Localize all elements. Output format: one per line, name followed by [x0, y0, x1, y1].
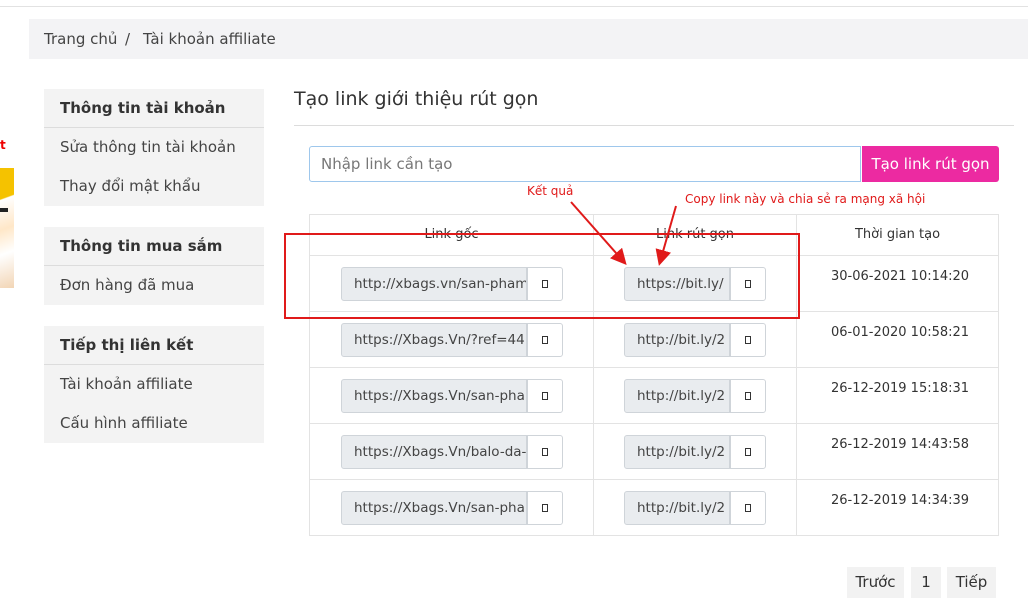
sidebar-item-change-password[interactable]: Thay đổi mật khẩu [44, 167, 264, 206]
original-link-field[interactable]: https://Xbags.Vn/balo-da- [341, 435, 527, 469]
original-link-field[interactable]: https://Xbags.Vn/?ref=44 [341, 323, 527, 357]
affiliate-panel: Tiếp thị liên kết Tài khoản affiliate Cấ… [44, 326, 264, 443]
copy-icon [542, 448, 548, 456]
banner-text: t [0, 138, 6, 152]
result-highlight-box [284, 233, 800, 319]
pagination-prev-button[interactable]: Trước [847, 567, 904, 598]
copy-annotation: Copy link này và chia sẻ ra mạng xã hội [685, 192, 926, 206]
sidebar-item-edit-account[interactable]: Sửa thông tin tài khoản [44, 128, 264, 167]
copy-icon [542, 504, 548, 512]
copy-icon [745, 336, 751, 344]
copy-short-button[interactable] [730, 435, 766, 469]
created-time: 26-12-2019 14:43:58 [831, 437, 970, 452]
copy-short-button[interactable] [730, 379, 766, 413]
original-link-field[interactable]: https://Xbags.Vn/san-pha [341, 491, 527, 525]
created-time: 26-12-2019 15:18:31 [831, 381, 970, 396]
row-divider [310, 423, 998, 424]
short-link-field[interactable]: http://bit.ly/2 [624, 491, 730, 525]
short-link-field[interactable]: http://bit.ly/2 [624, 435, 730, 469]
row-divider [310, 479, 998, 480]
short-link-field[interactable]: http://bit.ly/2 [624, 323, 730, 357]
original-link-field[interactable]: https://Xbags.Vn/san-pha [341, 379, 527, 413]
left-banner-image: t [0, 138, 14, 288]
breadcrumb: Trang chủ / Tài khoản affiliate [29, 19, 1028, 59]
copy-short-button[interactable] [730, 323, 766, 357]
sidebar-item-affiliate-account[interactable]: Tài khoản affiliate [44, 365, 264, 404]
created-time: 06-01-2020 10:58:21 [831, 325, 970, 340]
copy-short-button[interactable] [730, 491, 766, 525]
link-input[interactable] [309, 146, 861, 182]
copy-icon [745, 392, 751, 400]
pagination-page-1[interactable]: 1 [911, 567, 941, 598]
breadcrumb-separator: / [125, 30, 131, 48]
sidebar-item-orders[interactable]: Đơn hàng đã mua [44, 266, 264, 305]
account-panel-header: Thông tin tài khoản [44, 89, 264, 128]
banner-picture [0, 168, 14, 288]
title-divider [294, 125, 1014, 126]
account-panel: Thông tin tài khoản Sửa thông tin tài kh… [44, 89, 264, 206]
breadcrumb-home-link[interactable]: Trang chủ [44, 30, 117, 48]
shopping-panel-header: Thông tin mua sắm [44, 227, 264, 266]
sidebar-item-affiliate-config[interactable]: Cấu hình affiliate [44, 404, 264, 443]
pagination-next-button[interactable]: Tiếp [947, 567, 996, 598]
created-time: 26-12-2019 14:34:39 [831, 493, 970, 508]
affiliate-panel-header: Tiếp thị liên kết [44, 326, 264, 365]
created-time: 30-06-2021 10:14:20 [831, 269, 970, 284]
copy-icon [542, 392, 548, 400]
copy-icon [542, 336, 548, 344]
create-short-link-button[interactable]: Tạo link rút gọn [862, 146, 999, 182]
header-created-time: Thời gian tạo [854, 227, 941, 242]
page-title: Tạo link giới thiệu rút gọn [294, 88, 539, 110]
shopping-panel: Thông tin mua sắm Đơn hàng đã mua [44, 227, 264, 305]
breadcrumb-current: Tài khoản affiliate [143, 30, 276, 48]
row-divider [310, 367, 998, 368]
top-divider [0, 6, 1028, 7]
short-link-field[interactable]: http://bit.ly/2 [624, 379, 730, 413]
copy-original-button[interactable] [527, 323, 563, 357]
copy-icon [745, 448, 751, 456]
result-annotation: Kết quả [527, 184, 574, 198]
copy-original-button[interactable] [527, 491, 563, 525]
copy-original-button[interactable] [527, 435, 563, 469]
copy-original-button[interactable] [527, 379, 563, 413]
copy-icon [745, 504, 751, 512]
